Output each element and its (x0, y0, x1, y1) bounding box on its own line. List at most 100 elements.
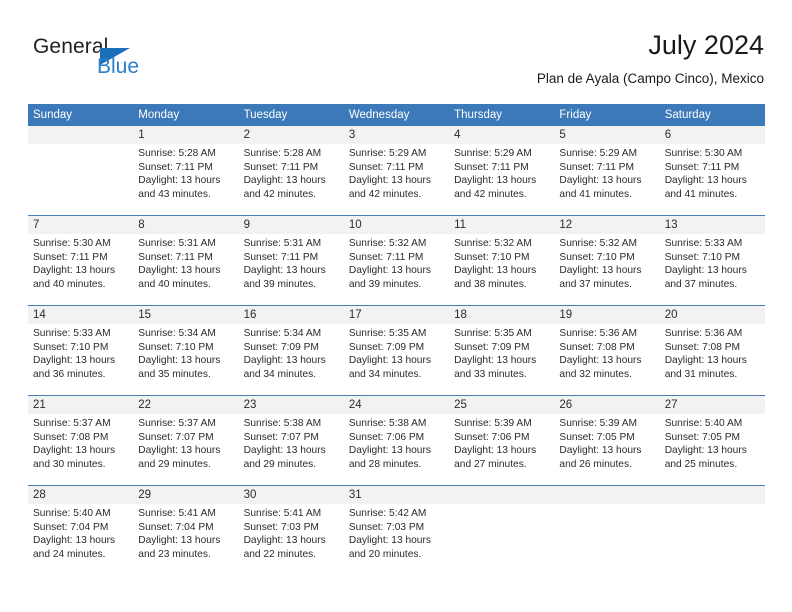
day-cell-details: Sunrise: 5:28 AM Sunset: 7:11 PM Daylight:… (239, 144, 344, 215)
day-number[interactable]: 31 (344, 486, 449, 504)
sunset-text: Sunset: 7:11 PM (243, 251, 319, 263)
day-number[interactable]: 4 (449, 126, 554, 144)
weekday-header-row: Sunday Monday Tuesday Wednesday Thursday Frid… (28, 104, 765, 126)
daylight-text: Daylight: 13 hours and 27 minutes. (454, 445, 537, 470)
sunrise-text: Sunrise: 5:31 AM (138, 238, 216, 249)
day-number[interactable]: 9 (239, 216, 344, 234)
day-number[interactable]: 20 (660, 306, 765, 324)
day-number[interactable]: 18 (449, 306, 554, 324)
daylight-text: Daylight: 13 hours and 41 minutes. (664, 175, 747, 200)
daylight-text: Daylight: 13 hours and 24 minutes. (33, 535, 116, 560)
sunset-text: Sunset: 7:11 PM (348, 161, 424, 173)
sunrise-text: Sunrise: 5:32 AM (348, 238, 427, 249)
day-number[interactable]: 14 (28, 306, 133, 324)
sunrise-text: Sunrise: 5:39 AM (454, 418, 532, 429)
sunset-text: Sunset: 7:11 PM (243, 161, 319, 173)
day-cell-details: Sunrise: 5:36 AM Sunset: 7:08 PM Daylight:… (554, 324, 659, 395)
day-number[interactable]: 21 (28, 396, 133, 414)
weekday-header-friday: Friday (559, 109, 592, 121)
day-number[interactable]: 16 (239, 306, 344, 324)
day-number[interactable]: 30 (239, 486, 344, 504)
week-detail-band: Sunrise: 5:30 AM Sunset: 7:11 PM Daylight:… (28, 234, 765, 305)
sunrise-text: Sunrise: 5:40 AM (33, 508, 111, 519)
day-number[interactable]: 22 (133, 396, 238, 414)
sunrise-text: Sunrise: 5:35 AM (348, 328, 427, 339)
day-number[interactable]: 11 (449, 216, 554, 234)
day-number[interactable]: 17 (344, 306, 449, 324)
daylight-text: Daylight: 13 hours and 42 minutes. (348, 175, 431, 200)
day-cell-details: Sunrise: 5:34 AM Sunset: 7:09 PM Daylight:… (239, 324, 344, 395)
day-number[interactable]: 29 (133, 486, 238, 504)
daylight-text: Daylight: 13 hours and 20 minutes. (348, 535, 431, 560)
day-number[interactable]: 6 (660, 126, 765, 144)
day-number[interactable]: 28 (28, 486, 133, 504)
day-cell-empty (28, 144, 133, 215)
day-cell-details: Sunrise: 5:41 AM Sunset: 7:04 PM Daylight:… (133, 504, 238, 575)
day-number[interactable]: 13 (660, 216, 765, 234)
sunset-text: Sunset: 7:10 PM (33, 341, 109, 353)
sunset-text: Sunset: 7:05 PM (664, 431, 741, 443)
weekday-header-saturday: Saturday (664, 109, 711, 121)
sunrise-text: Sunrise: 5:38 AM (243, 418, 322, 429)
day-number[interactable]: 8 (133, 216, 238, 234)
sunset-text: Sunset: 7:08 PM (559, 341, 635, 353)
day-number[interactable]: 15 (133, 306, 238, 324)
daylight-text: Daylight: 13 hours and 37 minutes. (559, 265, 642, 290)
page-subtitle: Plan de Ayala (Campo Cinco), Mexico (536, 71, 764, 86)
week-detail-band: Sunrise: 5:37 AM Sunset: 7:08 PM Daylight:… (28, 414, 765, 485)
calendar-week-row: 7 8 9 10 11 12 13 Sunrise: 5:30 AM Sunset: 7:11 … (28, 216, 765, 306)
sunrise-text: Sunrise: 5:39 AM (559, 418, 637, 429)
day-cell-details: Sunrise: 5:40 AM Sunset: 7:05 PM Daylight:… (660, 414, 765, 485)
weekday-header-sunday: Sunday (33, 109, 73, 121)
day-number[interactable]: 1 (133, 126, 238, 144)
sunrise-text: Sunrise: 5:34 AM (243, 328, 322, 339)
sunrise-text: Sunrise: 5:35 AM (454, 328, 532, 339)
daylight-text: Daylight: 13 hours and 43 minutes. (138, 175, 221, 200)
day-cell-details: Sunrise: 5:29 AM Sunset: 7:11 PM Daylight:… (449, 144, 554, 215)
sunset-text: Sunset: 7:07 PM (138, 431, 214, 443)
daylight-text: Daylight: 13 hours and 35 minutes. (138, 355, 221, 380)
daylight-text: Daylight: 13 hours and 25 minutes. (664, 445, 747, 470)
week-day-number-band: 123456 (28, 126, 765, 144)
day-number[interactable]: 25 (449, 396, 554, 414)
sunset-text: Sunset: 7:03 PM (243, 521, 319, 533)
sunrise-text: Sunrise: 5:38 AM (348, 418, 427, 429)
sunset-text: Sunset: 7:11 PM (664, 161, 740, 173)
day-number[interactable]: 7 (28, 216, 133, 234)
day-number[interactable]: 12 (554, 216, 659, 234)
calendar-grid: Sunday Monday Tuesday Wednesday Thursday Frid… (28, 104, 765, 575)
sunrise-text: Sunrise: 5:30 AM (664, 148, 743, 159)
daylight-text: Daylight: 13 hours and 31 minutes. (664, 355, 747, 380)
sunset-text: Sunset: 7:09 PM (454, 341, 530, 353)
day-cell-details: Sunrise: 5:34 AM Sunset: 7:10 PM Daylight:… (133, 324, 238, 395)
daylight-text: Daylight: 13 hours and 29 minutes. (243, 445, 326, 470)
day-cell-details: Sunrise: 5:29 AM Sunset: 7:11 PM Daylight:… (554, 144, 659, 215)
day-cell-details: Sunrise: 5:35 AM Sunset: 7:09 PM Daylight:… (449, 324, 554, 395)
sunrise-text: Sunrise: 5:34 AM (138, 328, 216, 339)
general-blue-logo: General Blue (33, 35, 163, 87)
day-number[interactable]: 27 (660, 396, 765, 414)
daylight-text: Daylight: 13 hours and 36 minutes. (33, 355, 116, 380)
daylight-text: Daylight: 13 hours and 30 minutes. (33, 445, 116, 470)
page-title: July 2024 (648, 30, 764, 60)
daylight-text: Daylight: 13 hours and 41 minutes. (559, 175, 642, 200)
sunrise-text: Sunrise: 5:36 AM (664, 328, 743, 339)
weekday-header-wednesday: Wednesday (348, 109, 410, 121)
sunset-text: Sunset: 7:08 PM (33, 431, 109, 443)
daylight-text: Daylight: 13 hours and 42 minutes. (454, 175, 537, 200)
calendar-week-row: 14 15 16 17 18 19 20 Sunrise: 5:33 AM Sunset: 7:… (28, 306, 765, 396)
logo-text-blue: Blue (97, 55, 140, 78)
day-number[interactable]: 3 (344, 126, 449, 144)
day-number[interactable]: 24 (344, 396, 449, 414)
day-cell-empty (660, 504, 765, 575)
day-number[interactable]: 5 (554, 126, 659, 144)
day-cell-details: Sunrise: 5:28 AM Sunset: 7:11 PM Daylight:… (133, 144, 238, 215)
day-number[interactable]: 26 (554, 396, 659, 414)
daylight-text: Daylight: 13 hours and 26 minutes. (559, 445, 642, 470)
day-number[interactable]: 10 (344, 216, 449, 234)
day-number[interactable]: 19 (554, 306, 659, 324)
sunrise-text: Sunrise: 5:33 AM (33, 328, 111, 339)
day-cell-details: Sunrise: 5:42 AM Sunset: 7:03 PM Daylight:… (344, 504, 449, 575)
day-number[interactable]: 2 (239, 126, 344, 144)
day-number[interactable]: 23 (239, 396, 344, 414)
